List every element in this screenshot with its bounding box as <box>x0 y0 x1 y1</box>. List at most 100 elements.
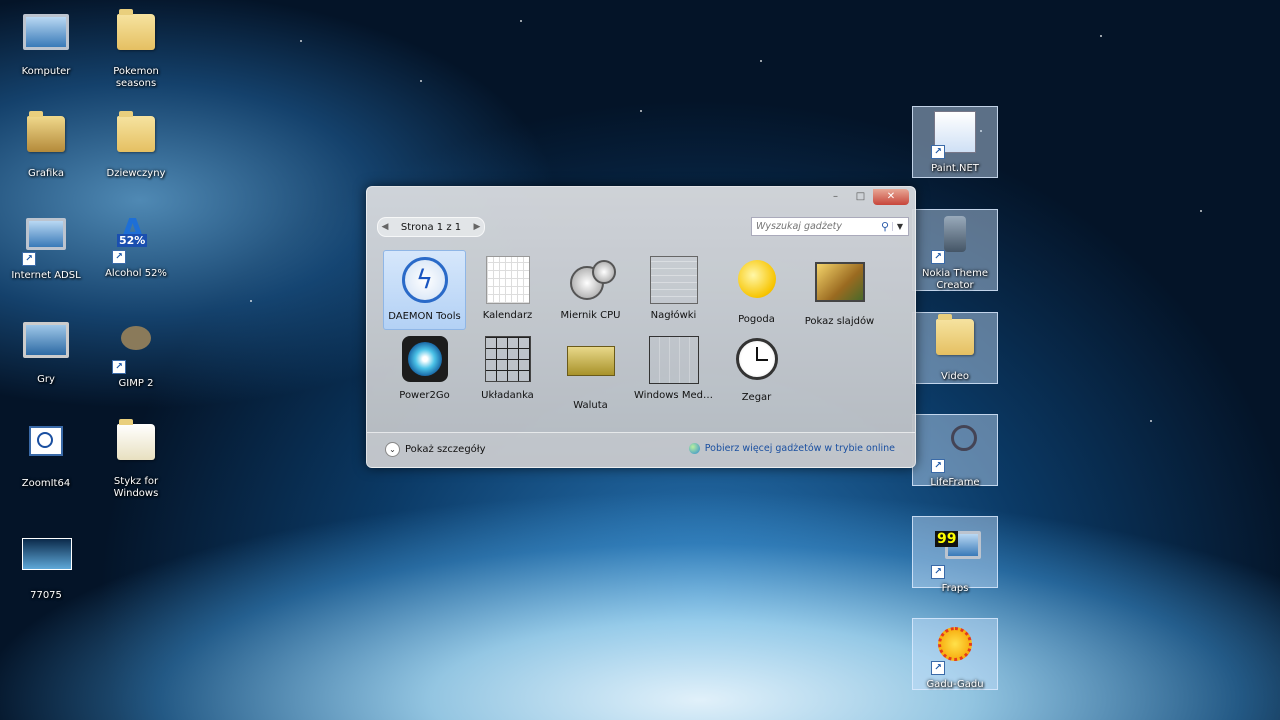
prev-page-button[interactable]: ◀ <box>378 222 392 232</box>
desktop-icon-label: Paint.NET <box>931 163 979 174</box>
gadget-windows-media[interactable]: Windows Media... <box>632 330 715 410</box>
close-button[interactable]: ✕ <box>873 189 909 205</box>
windows-media-icon <box>648 336 699 386</box>
gadget-waluta[interactable]: Waluta <box>549 330 632 411</box>
gadget-gallery-window: – □ ✕ ◀ Strona 1 z 1 ▶ ⚲ ▼ ϟ DAEMON Tool… <box>366 186 916 468</box>
gadget-label: Zegar <box>741 392 772 403</box>
desktop-icon-gadu-gadu[interactable]: ↗ Gadu-Gadu <box>912 618 998 690</box>
show-details-label: Pokaż szczegóły <box>405 444 486 455</box>
gadget-power2go[interactable]: Power2Go <box>383 330 466 410</box>
desktop-icon-label: 77075 <box>30 590 62 601</box>
shortcut-arrow-icon: ↗ <box>931 145 945 159</box>
zoomit-icon <box>22 426 70 474</box>
window-controls: – □ ✕ <box>823 189 909 205</box>
get-more-gadgets-link[interactable]: Pobierz więcej gadżetów w trybie online <box>688 443 895 454</box>
desktop-icon-label: Stykz for Windows <box>113 476 159 499</box>
clock-icon <box>732 338 782 388</box>
desktop-icon-lifeframe[interactable]: ↗ LifeFrame <box>912 414 998 488</box>
shortcut-arrow-icon: ↗ <box>931 459 945 473</box>
gadget-pogoda[interactable]: Pogoda <box>715 250 798 330</box>
folder-icon <box>112 111 160 164</box>
desktop-icon-label: Video <box>940 371 970 382</box>
desktop-icon-gimp[interactable]: ↗ GIMP 2 <box>94 316 178 390</box>
desktop-icon-alcohol[interactable]: A 52% ↗ Alcohol 52% <box>94 212 178 280</box>
desktop-icon-video[interactable]: Video <box>912 312 998 384</box>
page-indicator: Strona 1 z 1 <box>400 221 462 233</box>
desktop-icon-komputer[interactable]: Komputer <box>4 8 88 78</box>
folder-icon <box>22 111 70 164</box>
desktop-icon-dziewczyny[interactable]: Dziewczyny <box>94 110 178 180</box>
desktop-icon-77075[interactable]: 77075 <box>4 524 88 602</box>
desktop-icon-nokia-theme-creator[interactable]: ↗ Nokia Theme Creator <box>912 209 998 291</box>
desktop-icon-label: GIMP 2 <box>118 378 154 389</box>
network-icon: ↗ <box>22 218 70 266</box>
chevron-down-icon: ⌄ <box>385 442 400 457</box>
gadget-label: Kalendarz <box>482 310 533 321</box>
shortcut-arrow-icon: ↗ <box>22 252 36 266</box>
alcohol-badge: 52% <box>117 234 148 247</box>
paintnet-icon: ↗ <box>931 111 979 159</box>
show-details-toggle[interactable]: ⌄ Pokaż szczegóły <box>385 442 486 457</box>
gadget-kalendarz[interactable]: Kalendarz <box>466 250 549 330</box>
desktop-icon-internet-adsl[interactable]: ↗ Internet ADSL <box>4 212 88 282</box>
desktop-icon-label: Dziewczyny <box>106 168 166 179</box>
search-box: ⚲ ▼ <box>751 217 909 236</box>
desktop-icon-label: Gry <box>37 374 55 385</box>
desktop-icon-stykz[interactable]: Stykz for Windows <box>94 418 178 500</box>
desktop-icon-label: Internet ADSL <box>11 270 81 281</box>
lifeframe-icon: ↗ <box>931 425 979 473</box>
maximize-button[interactable]: □ <box>848 189 873 205</box>
desktop-icon-gry[interactable]: Gry <box>4 316 88 386</box>
gadget-label: Nagłówki <box>650 310 697 321</box>
gadget-pokaz-slajdow[interactable]: Pokaz slajdów <box>798 250 881 330</box>
desktop-icon-grafika[interactable]: Grafika <box>4 110 88 180</box>
window-footer: ⌄ Pokaż szczegóły Pobierz więcej gadżetó… <box>367 432 915 467</box>
desktop-icon-fraps[interactable]: 99 ↗ Fraps <box>912 516 998 594</box>
gadugadu-icon: ↗ <box>931 627 979 675</box>
shortcut-arrow-icon: ↗ <box>931 565 945 579</box>
desktop-icon-label: LifeFrame <box>930 477 980 488</box>
get-more-gadgets-label: Pobierz więcej gadżetów w trybie online <box>704 443 895 454</box>
desktop-icon-label: Nokia Theme Creator <box>922 268 988 291</box>
currency-icon <box>566 346 616 396</box>
gadget-zegar[interactable]: Zegar <box>715 330 798 410</box>
gadget-daemon-tools[interactable]: ϟ DAEMON Tools <box>383 250 466 330</box>
fraps-icon: 99 ↗ <box>931 531 981 579</box>
shortcut-arrow-icon: ↗ <box>931 250 945 264</box>
gadget-naglowki[interactable]: Nagłówki <box>632 250 715 330</box>
image-icon <box>22 538 72 586</box>
gadget-label: Pogoda <box>738 314 775 325</box>
puzzle-icon <box>483 336 533 386</box>
stykz-icon <box>112 419 160 472</box>
shortcut-arrow-icon: ↗ <box>112 250 126 264</box>
desktop-icon-paintnet[interactable]: ↗ Paint.NET <box>912 106 998 178</box>
gadget-ukladanka[interactable]: Układanka <box>466 330 549 410</box>
folder-icon <box>112 9 160 62</box>
gadget-label: Układanka <box>481 390 534 401</box>
next-page-button[interactable]: ▶ <box>470 222 484 232</box>
gadget-label: Power2Go <box>399 390 450 401</box>
games-icon <box>22 322 70 370</box>
search-icon[interactable]: ⚲ <box>878 220 892 233</box>
desktop-icon-label: Pokemon seasons <box>113 66 159 89</box>
fraps-badge: 99 <box>935 531 959 547</box>
gadget-miernik-cpu[interactable]: Miernik CPU <box>549 250 632 330</box>
gadget-label: Waluta <box>573 400 608 411</box>
desktop-icon-pokemon-seasons[interactable]: Pokemon seasons <box>94 8 178 90</box>
desktop-icon-label: Fraps <box>941 583 969 594</box>
gadget-grid: ϟ DAEMON Tools Kalendarz Miernik CPU Nag… <box>383 250 899 411</box>
gadget-label: DAEMON Tools <box>388 311 461 322</box>
daemon-tools-icon: ϟ <box>400 257 450 307</box>
search-input[interactable] <box>752 220 878 233</box>
power2go-icon <box>400 336 450 386</box>
nokia-icon: ↗ <box>931 216 979 264</box>
gadget-label: Windows Media... <box>634 390 715 401</box>
globe-icon <box>688 443 700 454</box>
desktop-icon-label: Grafika <box>27 168 65 179</box>
desktop-icon-label: Alcohol 52% <box>105 268 167 279</box>
weather-icon <box>732 260 782 310</box>
shortcut-arrow-icon: ↗ <box>112 360 126 374</box>
search-dropdown-button[interactable]: ▼ <box>892 222 907 231</box>
minimize-button[interactable]: – <box>823 189 848 205</box>
desktop-icon-zoomit[interactable]: ZoomIt64 <box>4 418 88 490</box>
